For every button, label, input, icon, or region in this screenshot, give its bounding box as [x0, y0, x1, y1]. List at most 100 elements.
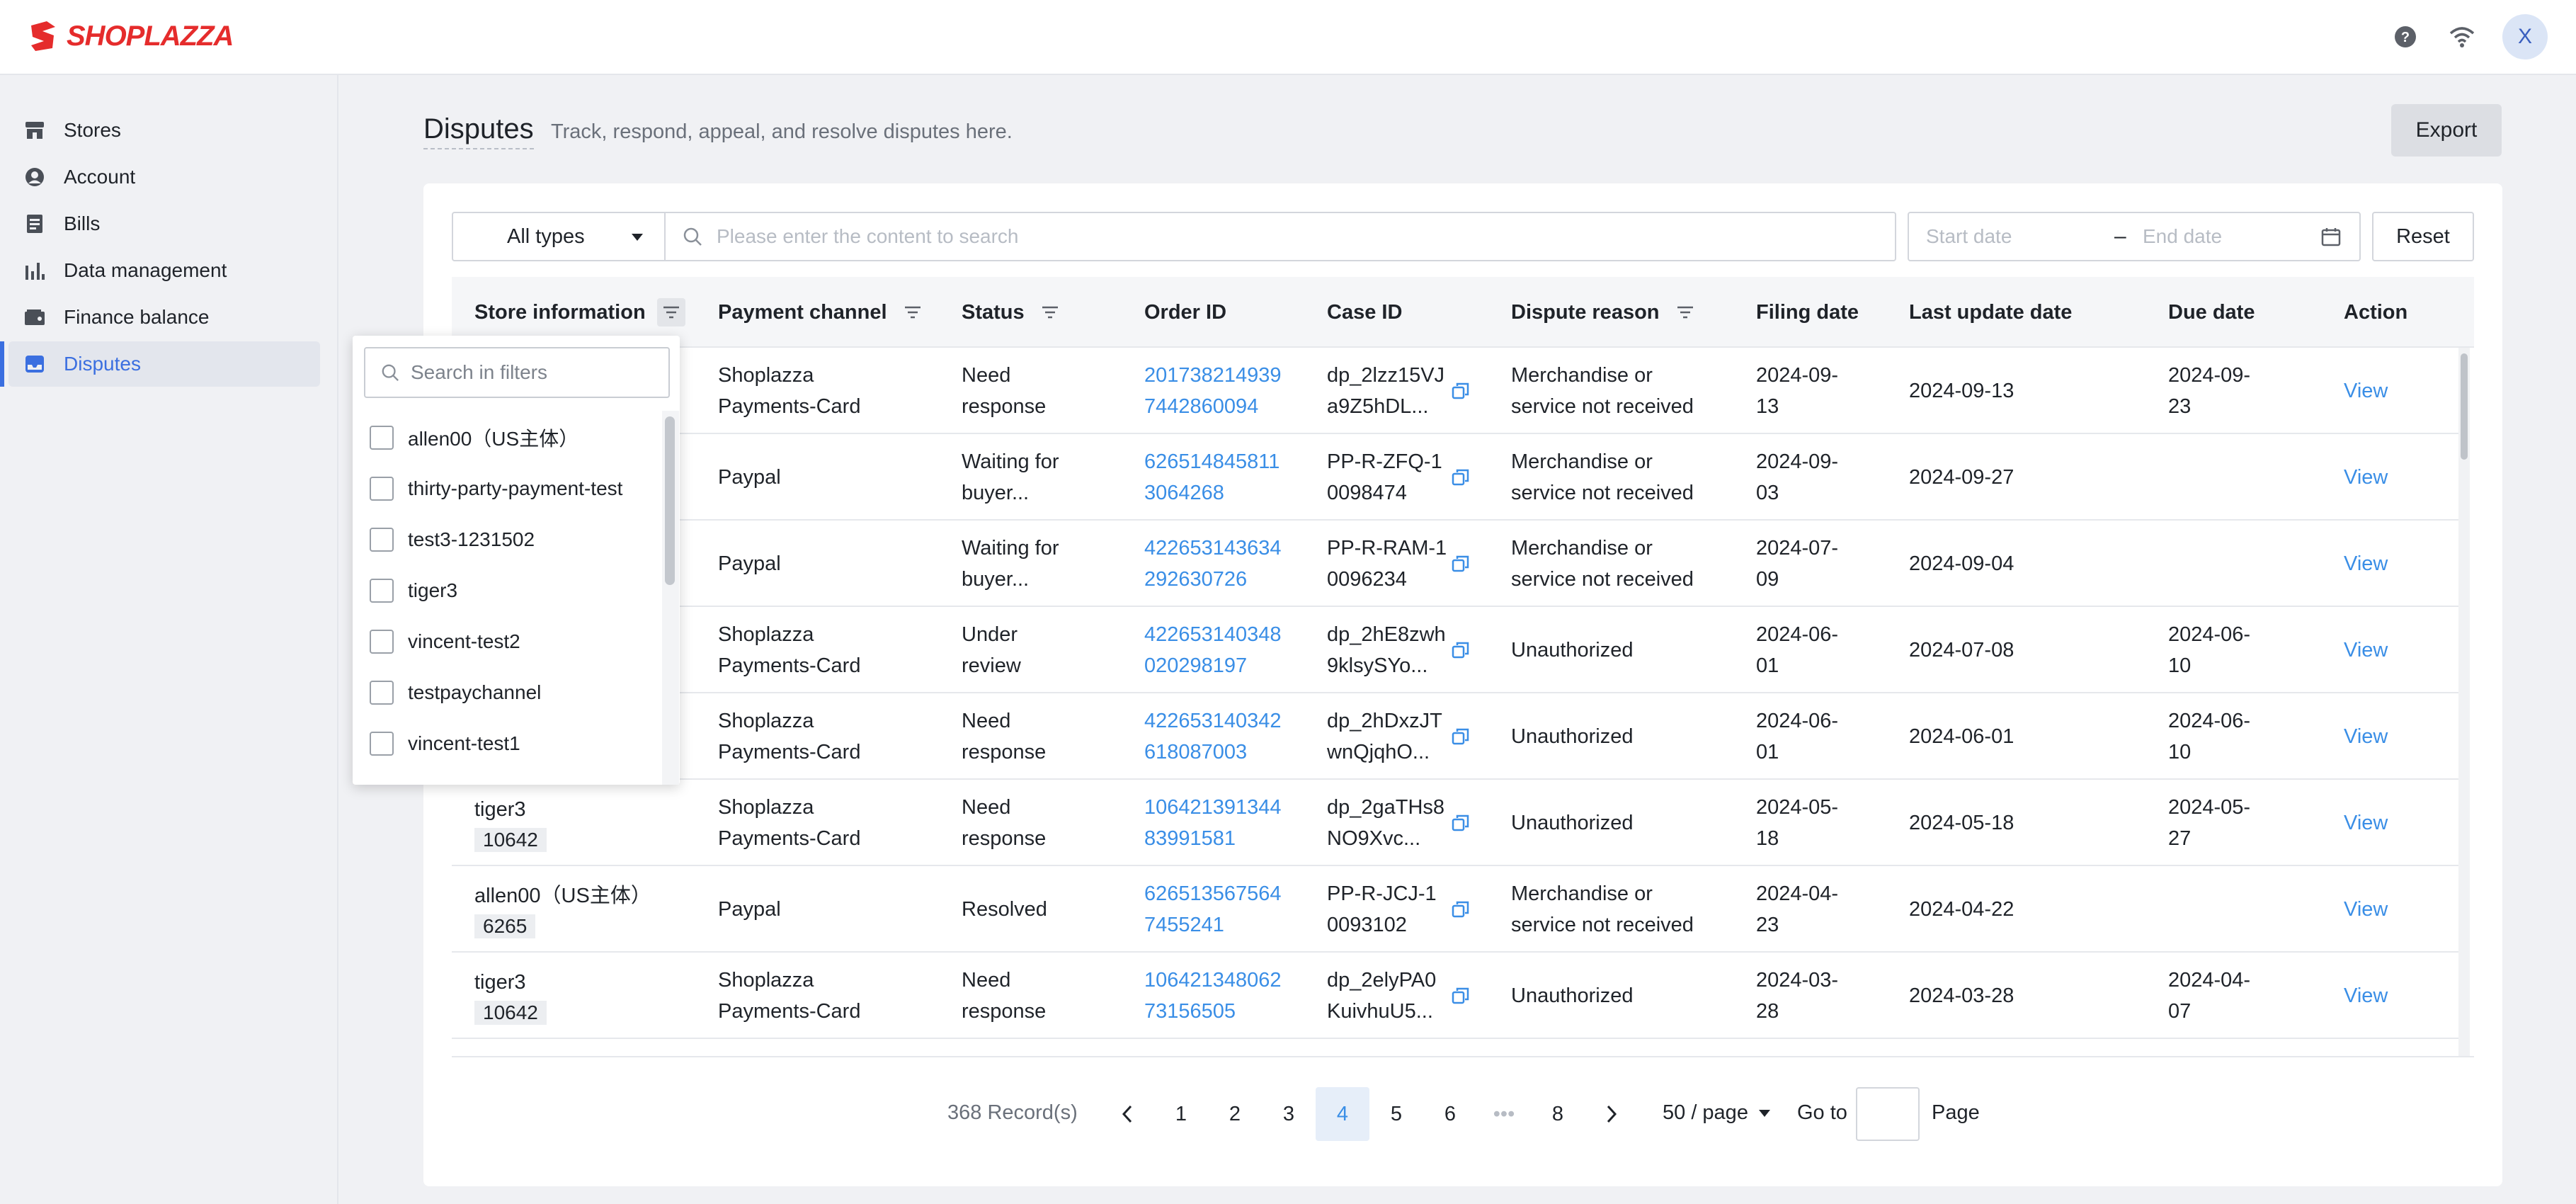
checkbox[interactable] — [370, 732, 394, 756]
table-body: Shoplazza Payments-Card Need response 2017… — [452, 348, 2463, 1039]
goto-page-input[interactable] — [1856, 1087, 1920, 1141]
search-input[interactable] — [717, 225, 1850, 248]
help-circle-icon[interactable]: ? — [2389, 21, 2422, 53]
page-subtitle: Track, respond, appeal, and resolve disp… — [551, 120, 1013, 143]
view-link[interactable]: View — [2344, 866, 2388, 953]
filter-option-label: testpaychannel — [408, 681, 542, 703]
filter-search-input[interactable] — [411, 361, 651, 384]
copy-icon[interactable] — [1452, 555, 1470, 573]
copy-icon[interactable] — [1452, 900, 1470, 919]
view-link[interactable]: View — [2344, 434, 2388, 521]
page-button[interactable]: 6 — [1423, 1087, 1477, 1141]
sidebar-item-data-management[interactable]: Data management — [8, 248, 320, 293]
case-id-cell: PP-R-JCJ-10093102 — [1327, 882, 1437, 936]
page-ellipsis[interactable]: ••• — [1477, 1087, 1531, 1141]
checkbox[interactable] — [370, 528, 394, 552]
sidebar-item-disputes[interactable]: Disputes — [0, 341, 320, 387]
order-id-link[interactable]: 422653140348020298197 — [1144, 607, 1286, 693]
type-select[interactable]: All types — [452, 212, 666, 261]
page-button[interactable]: 2 — [1208, 1087, 1262, 1141]
filter-search-box[interactable] — [364, 347, 670, 398]
column-label: Order ID — [1144, 300, 1227, 324]
prev-page-button[interactable] — [1100, 1087, 1154, 1141]
shoplazza-logo[interactable]: SHOPLAZZA — [25, 18, 234, 54]
checkbox[interactable] — [370, 681, 394, 705]
next-page-button[interactable] — [1585, 1087, 1639, 1141]
filter-option[interactable]: vincent-test2 — [353, 616, 664, 667]
table-scrollbar-thumb[interactable] — [2461, 353, 2468, 460]
avatar[interactable]: X — [2502, 14, 2548, 59]
column-label: Filing date — [1756, 300, 1859, 324]
export-button[interactable]: Export — [2391, 104, 2502, 157]
store-name: allen00（US主体） — [474, 885, 651, 907]
page-button-current[interactable]: 4 — [1316, 1087, 1369, 1141]
table-row: tiger3 10642 Shoplazza Payments-Card Need r… — [452, 780, 2463, 866]
wifi-icon[interactable] — [2446, 21, 2478, 53]
copy-icon[interactable] — [1452, 382, 1470, 400]
view-link[interactable]: View — [2344, 348, 2388, 434]
order-id-link[interactable]: 6265135675647455241 — [1144, 866, 1286, 953]
date-range-picker[interactable]: Start date – End date — [1908, 212, 2361, 261]
due-date-cell: 2024-04-07 — [2168, 969, 2251, 1023]
order-id-link[interactable]: 10642139134483991581 — [1144, 780, 1286, 866]
copy-icon[interactable] — [1452, 468, 1470, 487]
filter-icon[interactable] — [1036, 298, 1064, 326]
payment-channel-cell: Paypal — [718, 898, 781, 921]
filter-option[interactable]: test3-1231502 — [353, 514, 664, 565]
order-id-link[interactable]: 2017382149397442860094 — [1144, 348, 1286, 434]
page-button[interactable]: 8 — [1531, 1087, 1585, 1141]
page-label: Page — [1932, 1101, 1980, 1124]
view-link[interactable]: View — [2344, 953, 2388, 1039]
order-id-link[interactable]: 6265148458113064268 — [1144, 434, 1286, 521]
page-button[interactable]: 3 — [1262, 1087, 1316, 1141]
checkbox[interactable] — [370, 426, 394, 450]
checkbox[interactable] — [370, 477, 394, 501]
filing-date-cell: 2024-06-01 — [1756, 623, 1839, 677]
copy-icon[interactable] — [1452, 814, 1470, 832]
dispute-reason-cell: Unauthorized — [1511, 984, 1634, 1007]
sidebar-item-stores[interactable]: Stores — [8, 108, 320, 153]
copy-icon[interactable] — [1452, 641, 1470, 659]
filter-icon[interactable] — [1671, 298, 1699, 326]
last-update-date-cell: 2024-03-28 — [1909, 984, 2014, 1007]
order-id-link[interactable]: 10642134806273156505 — [1144, 953, 1286, 1039]
filter-option[interactable]: testpaychannel — [353, 667, 664, 718]
page-button[interactable]: 1 — [1154, 1087, 1208, 1141]
copy-icon[interactable] — [1452, 987, 1470, 1005]
order-id-link[interactable]: 422653143634292630726 — [1144, 521, 1286, 607]
order-id-link[interactable]: 422653140342618087003 — [1144, 693, 1286, 780]
column-label: Payment channel — [718, 300, 887, 324]
search-box[interactable] — [664, 212, 1896, 261]
filter-option[interactable]: thirty-party-payment-test — [353, 463, 664, 514]
sidebar-item-finance-balance[interactable]: Finance balance — [8, 295, 320, 340]
col-dispute-reason: Dispute reason — [1511, 277, 1699, 348]
checkbox[interactable] — [370, 579, 394, 603]
filter-option[interactable]: allen00（US主体） — [353, 412, 664, 463]
filter-icon[interactable] — [656, 298, 685, 326]
view-link[interactable]: View — [2344, 607, 2388, 693]
store-icon — [24, 120, 45, 141]
filing-date-cell: 2024-05-18 — [1756, 796, 1839, 850]
filter-icon[interactable] — [899, 298, 927, 326]
checkbox[interactable] — [370, 630, 394, 654]
page-size-select[interactable]: 50 / page — [1663, 1101, 1771, 1125]
sidebar-item-bills[interactable]: Bills — [8, 201, 320, 246]
sidebar-item-account[interactable]: Account — [8, 154, 320, 200]
last-update-date-cell: 2024-09-04 — [1909, 552, 2014, 575]
view-link[interactable]: View — [2344, 693, 2388, 780]
filter-option[interactable]: vincent-test1 — [353, 718, 664, 769]
last-update-date-cell: 2024-06-01 — [1909, 725, 2014, 748]
view-link[interactable]: View — [2344, 780, 2388, 866]
status-cell: Need response — [962, 364, 1047, 418]
copy-icon[interactable] — [1452, 727, 1470, 746]
end-date-field[interactable]: End date — [2143, 225, 2222, 248]
reset-button[interactable]: Reset — [2372, 212, 2474, 261]
filter-option[interactable]: tiger3 — [353, 565, 664, 616]
caret-down-icon — [1758, 1109, 1770, 1117]
col-last-update-date: Last update date — [1909, 277, 2072, 348]
view-link[interactable]: View — [2344, 521, 2388, 607]
filter-scrollbar-thumb[interactable] — [665, 416, 675, 585]
page-button[interactable]: 5 — [1369, 1087, 1423, 1141]
sidebar-item-label: Account — [64, 166, 136, 188]
start-date-field[interactable]: Start date — [1926, 225, 2012, 248]
